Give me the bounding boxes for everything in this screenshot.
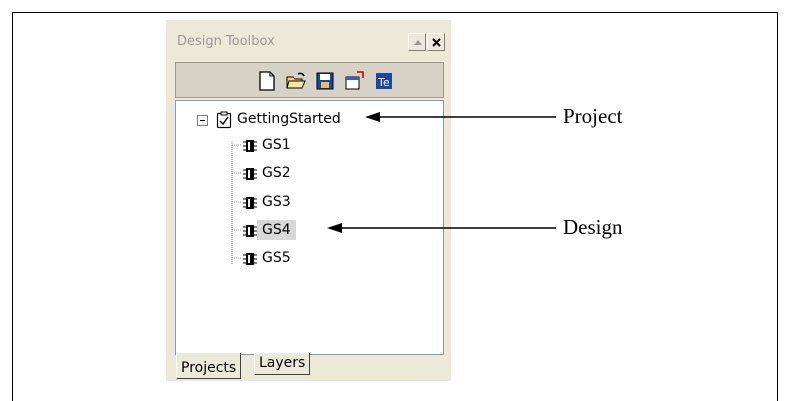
chip-icon bbox=[243, 225, 257, 237]
callout-project: Project bbox=[563, 104, 623, 128]
scroll-up-button[interactable] bbox=[408, 33, 426, 51]
open-folder-icon[interactable] bbox=[285, 70, 307, 92]
figure-frame-left bbox=[12, 12, 13, 401]
project-icon bbox=[216, 111, 232, 129]
toolbox-toolbar: Te bbox=[175, 62, 444, 98]
new-document-icon[interactable] bbox=[256, 70, 278, 92]
panel-tabs: Projects Layers bbox=[176, 353, 444, 381]
title-bar: Design Toolbox bbox=[170, 24, 445, 54]
save-icon[interactable] bbox=[314, 70, 336, 92]
design-label: GS1 bbox=[262, 137, 291, 153]
project-node-label[interactable]: GettingStarted bbox=[237, 111, 341, 127]
export-icon[interactable] bbox=[343, 70, 365, 92]
design-label: GS5 bbox=[262, 250, 291, 266]
project-tree: GettingStarted GS1 GS2 GS3 GS4 GS5 bbox=[175, 100, 444, 355]
collapse-icon[interactable] bbox=[197, 115, 208, 126]
svg-text:Te: Te bbox=[377, 76, 390, 89]
tab-projects[interactable]: Projects bbox=[176, 353, 242, 379]
design-toolbox-window: Design Toolbox Te GettingStarted GS1 GS2… bbox=[166, 20, 451, 381]
callout-design: Design bbox=[563, 215, 623, 239]
chip-icon bbox=[243, 197, 257, 209]
figure-frame-top bbox=[12, 12, 778, 13]
text-editor-icon[interactable]: Te bbox=[373, 70, 395, 92]
figure-frame-right bbox=[777, 12, 778, 401]
design-label: GS3 bbox=[262, 194, 291, 210]
design-label: GS2 bbox=[262, 165, 291, 181]
chip-icon bbox=[243, 140, 257, 152]
window-title: Design Toolbox bbox=[177, 34, 275, 49]
tab-layers[interactable]: Layers bbox=[254, 353, 311, 375]
close-icon bbox=[432, 38, 441, 47]
design-label-selected: GS4 bbox=[257, 220, 296, 240]
chip-icon bbox=[243, 253, 257, 265]
close-button[interactable] bbox=[427, 33, 445, 51]
tree-lines bbox=[231, 141, 242, 265]
chip-icon bbox=[243, 168, 257, 180]
up-triangle-icon bbox=[414, 40, 422, 45]
